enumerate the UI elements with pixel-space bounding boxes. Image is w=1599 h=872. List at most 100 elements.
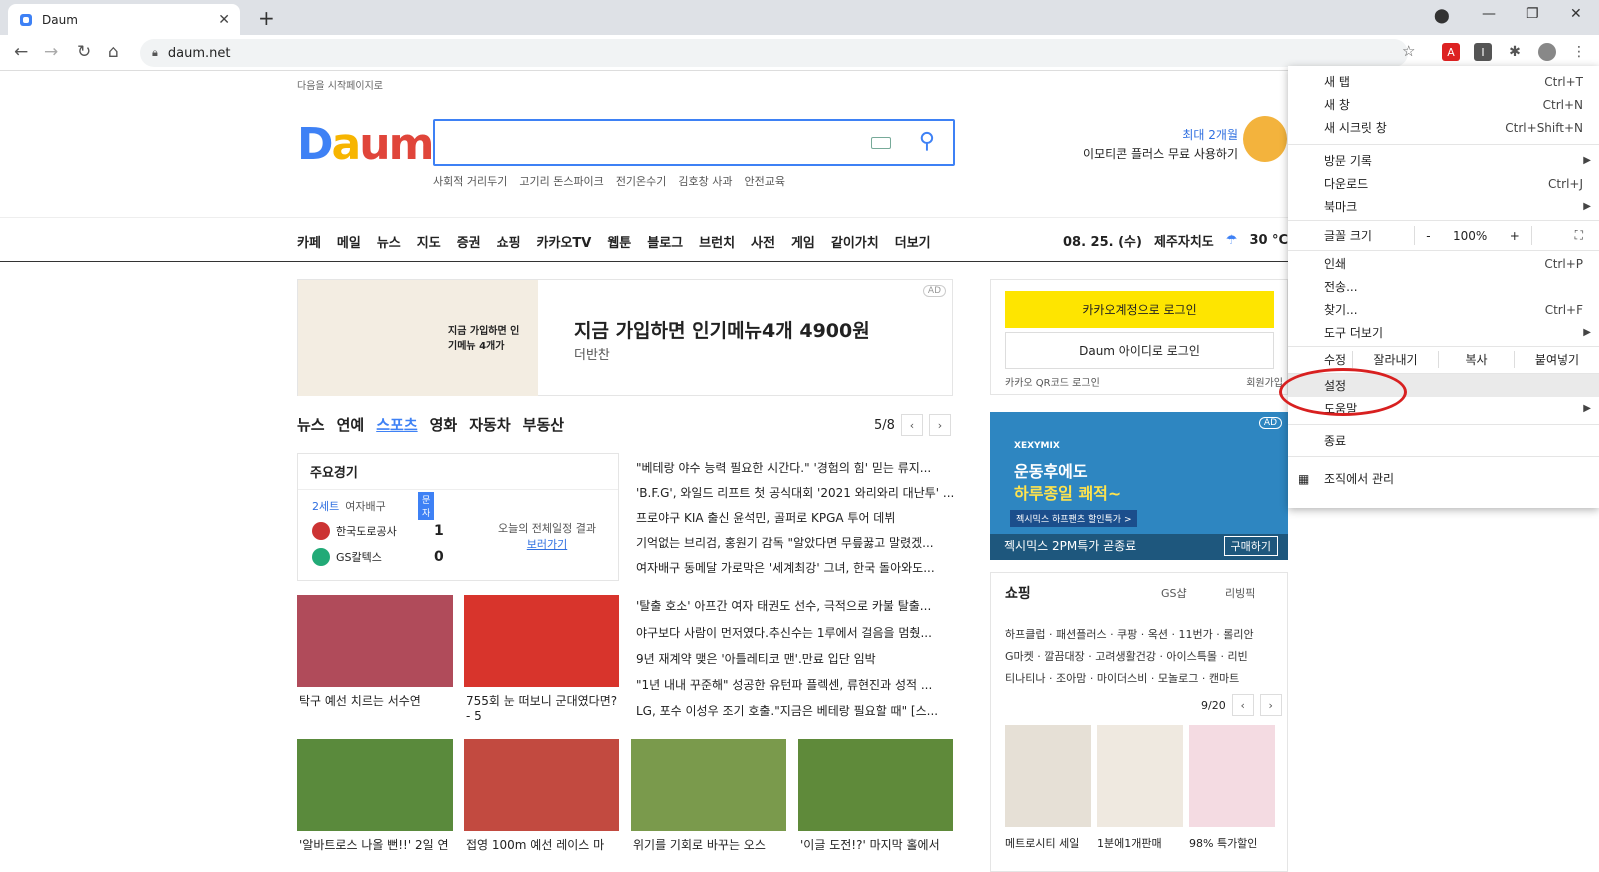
headline[interactable]: 야구보다 사람이 먼저였다.추신수는 1루에서 걸음을 멈췄... xyxy=(636,624,956,641)
region-text[interactable]: 제주자치도 xyxy=(1154,231,1214,250)
shopping-title[interactable]: 쇼핑 xyxy=(1005,583,1031,603)
zoom-in-button[interactable]: + xyxy=(1510,229,1520,243)
keyword[interactable]: 전기온수기 xyxy=(616,173,667,189)
buy-button[interactable]: 구매하기 xyxy=(1223,536,1278,556)
gnb-more[interactable]: 더보기 xyxy=(895,232,931,251)
gnb-stock[interactable]: 증권 xyxy=(457,232,481,251)
ad-promo-button[interactable]: 젝시믹스 하프팬츠 할인특가 > xyxy=(1010,510,1138,527)
video-caption[interactable]: '알바트로스 나올 뻔!!' 2일 연 xyxy=(299,836,454,853)
video-thumbnail[interactable] xyxy=(297,739,453,831)
minimize-button[interactable]: — xyxy=(1482,6,1496,22)
tab-sports[interactable]: 스포츠 xyxy=(376,414,417,435)
product-thumbnail[interactable] xyxy=(1005,725,1091,827)
video-caption[interactable]: 위기를 기회로 바꾸는 오스 xyxy=(633,836,788,853)
paste-button[interactable]: 붙여넣기 xyxy=(1514,351,1599,368)
new-tab-button[interactable]: + xyxy=(258,6,275,30)
tab-car[interactable]: 자동차 xyxy=(469,414,510,435)
menu-managed[interactable]: ▦ 조직에서 관리 xyxy=(1288,467,1599,490)
kakao-login-button[interactable]: 카카오계정으로 로그인 xyxy=(1005,291,1274,328)
headline[interactable]: "1년 내내 꾸준해" 성공한 유턴파 플렉센, 류현진과 성적 ... xyxy=(636,676,956,693)
tab-entertainment[interactable]: 연예 xyxy=(337,414,365,435)
gnb-together[interactable]: 같이가치 xyxy=(831,232,879,251)
video-thumbnail[interactable] xyxy=(631,739,786,831)
thumbnail-caption[interactable]: 탁구 예선 치르는 서수연 xyxy=(299,692,454,709)
next-icon[interactable]: › xyxy=(1259,694,1282,716)
keyword[interactable]: 안전교육 xyxy=(745,173,785,189)
menu-new-window[interactable]: 새 창 Ctrl+N xyxy=(1288,93,1599,116)
gnb-brunch[interactable]: 브런치 xyxy=(699,232,735,251)
menu-bookmarks[interactable]: 북마크 ▶ xyxy=(1288,195,1599,218)
signup-link[interactable]: 회원가입 xyxy=(1246,374,1283,389)
promo-line2[interactable]: 이모티콘 플러스 무료 사용하기 xyxy=(1070,145,1238,162)
back-icon[interactable]: ← xyxy=(14,42,28,62)
menu-downloads[interactable]: 다운로드 Ctrl+J xyxy=(1288,172,1599,195)
cut-button[interactable]: 잘라내기 xyxy=(1352,351,1438,368)
extension-icon[interactable]: I xyxy=(1474,43,1492,61)
zoom-out-button[interactable]: - xyxy=(1426,229,1430,243)
live-badge[interactable]: 문자 xyxy=(418,492,435,520)
gnb-news[interactable]: 뉴스 xyxy=(377,232,401,251)
banner-ad[interactable]: 지금 가입하면 인기메뉴 4개가 지금 가입하면 인기메뉴4개 4900원 더반… xyxy=(297,279,953,396)
menu-new-tab[interactable]: 새 탭 Ctrl+T xyxy=(1288,70,1599,93)
headline[interactable]: 프로야구 KIA 출신 윤석민, 골퍼로 KPGA 투어 데뷔 xyxy=(636,509,956,526)
video-thumbnail[interactable] xyxy=(798,739,953,831)
ad-title[interactable]: 지금 가입하면 인기메뉴4개 4900원 xyxy=(574,316,870,343)
partner-livingpick[interactable]: 리빙픽 xyxy=(1225,585,1255,601)
menu-incognito[interactable]: 새 시크릿 창 Ctrl+Shift+N xyxy=(1288,116,1599,139)
pdf-extension-icon[interactable]: A xyxy=(1442,43,1460,61)
daum-login-button[interactable]: Daum 아이디로 로그인 xyxy=(1005,332,1274,369)
shop-links[interactable]: G마켓 · 깔끔대장 · 고려생활건강 · 아이스특몰 · 리빈 xyxy=(1005,648,1248,664)
keyword[interactable]: 사회적 거리두기 xyxy=(433,173,507,189)
product-caption[interactable]: 1분에1개판매 xyxy=(1097,835,1187,851)
gnb-game[interactable]: 게임 xyxy=(791,232,815,251)
product-caption[interactable]: 메트로시티 세일 xyxy=(1005,835,1095,851)
product-thumbnail[interactable] xyxy=(1097,725,1183,827)
side-ad[interactable]: XEXYMIX 운동후에도 하루종일 쾌적~ 젝시믹스 하프팬츠 할인특가 > … xyxy=(990,412,1288,560)
copy-button[interactable]: 복사 xyxy=(1438,351,1514,368)
qr-login-link[interactable]: 카카오 QR코드 로그인 xyxy=(1005,374,1100,389)
startpage-link[interactable]: 다음을 시작페이지로 xyxy=(297,77,383,92)
shop-links[interactable]: 하프클럽 · 패션플러스 · 쿠팡 · 옥션 · 11번가 · 롤리안 xyxy=(1005,626,1254,642)
profile-down-icon[interactable]: ⬤ xyxy=(1434,8,1450,24)
menu-find[interactable]: 찾기... Ctrl+F xyxy=(1288,298,1599,321)
tab-close-icon[interactable]: ✕ xyxy=(218,12,230,28)
gnb-cafe[interactable]: 카페 xyxy=(297,232,321,251)
prev-icon[interactable]: ‹ xyxy=(1231,694,1254,716)
product-thumbnail[interactable] xyxy=(1189,725,1275,827)
profile-icon[interactable] xyxy=(1538,43,1556,61)
daum-logo[interactable]: Daum xyxy=(297,119,434,170)
gnb-kakaotv[interactable]: 카카오TV xyxy=(537,232,592,251)
gnb-shopping[interactable]: 쇼핑 xyxy=(497,232,521,251)
gnb-webtoon[interactable]: 웹툰 xyxy=(607,232,631,251)
keyword[interactable]: 고기리 돈스파이크 xyxy=(519,173,603,189)
keyboard-icon[interactable] xyxy=(871,137,891,149)
product-caption[interactable]: 98% 특가할인 xyxy=(1189,835,1279,851)
gnb-map[interactable]: 지도 xyxy=(417,232,441,251)
tab-movie[interactable]: 영화 xyxy=(430,414,458,435)
webtoon-thumbnail[interactable] xyxy=(464,595,619,687)
menu-kebab-icon[interactable]: ⋮ xyxy=(1570,43,1588,61)
headline[interactable]: "베테랑 야수 능력 필요한 시간다." '경험의 힘' 믿는 류지... xyxy=(636,459,956,476)
headline[interactable]: 9년 재계약 맺은 '아틀레티코 맨'.만료 입단 임박 xyxy=(636,650,956,667)
headline[interactable]: LG, 포수 이성우 조기 호출."지금은 베테랑 필요할 때" [스... xyxy=(636,702,956,719)
bookmark-star-icon[interactable]: ☆ xyxy=(1402,42,1415,60)
menu-history[interactable]: 방문 기록 ▶ xyxy=(1288,149,1599,172)
gnb-dictionary[interactable]: 사전 xyxy=(751,232,775,251)
search-box[interactable]: ⚲ xyxy=(433,119,955,166)
next-icon[interactable]: › xyxy=(928,414,951,436)
fullscreen-icon[interactable]: ⛶ xyxy=(1575,228,1583,243)
menu-print[interactable]: 인쇄 Ctrl+P xyxy=(1288,252,1599,275)
view-link[interactable]: 보러가기 xyxy=(527,538,567,551)
promo-line1[interactable]: 최대 2개월 xyxy=(1080,126,1238,143)
prev-icon[interactable]: ‹ xyxy=(900,414,923,436)
home-icon[interactable]: ⌂ xyxy=(108,42,119,62)
tab-news[interactable]: 뉴스 xyxy=(297,414,325,435)
close-window-button[interactable]: ✕ xyxy=(1570,6,1582,22)
thumbnail-caption[interactable]: 755회 눈 떠보니 군대였다면? - 5 xyxy=(466,692,621,723)
video-thumbnail[interactable] xyxy=(464,739,619,831)
menu-exit[interactable]: 종료 xyxy=(1288,429,1599,452)
tab-realestate[interactable]: 부동산 xyxy=(523,414,564,435)
video-caption[interactable]: '이글 도전!?' 마지막 홀에서 xyxy=(800,836,955,853)
headline[interactable]: '탈출 호소' 아프간 여자 태권도 선수, 극적으로 카불 탈출... xyxy=(636,597,956,614)
news-thumbnail[interactable] xyxy=(297,595,453,687)
